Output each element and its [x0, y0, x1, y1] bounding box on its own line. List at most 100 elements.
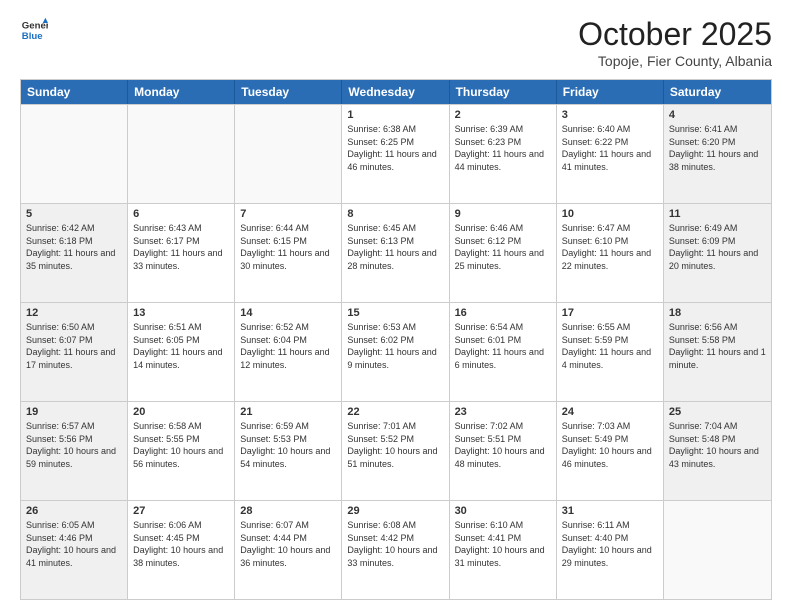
calendar-row: 12 Sunrise: 6:50 AMSunset: 6:07 PMDayligh… — [21, 302, 771, 401]
cell-info: Sunrise: 6:08 AMSunset: 4:42 PMDaylight:… — [347, 520, 437, 568]
day-number: 23 — [455, 406, 551, 418]
day-number: 3 — [562, 109, 658, 121]
calendar-cell: 17 Sunrise: 6:55 AMSunset: 5:59 PMDayligh… — [557, 303, 664, 401]
calendar-cell: 3 Sunrise: 6:40 AMSunset: 6:22 PMDaylight… — [557, 105, 664, 203]
calendar-body: 1Sunrise: 6:38 AMSunset: 6:25 PMDaylight… — [21, 104, 771, 599]
calendar-cell: 25 Sunrise: 7:04 AMSunset: 5:48 PMDayligh… — [664, 402, 771, 500]
calendar-cell: 13 Sunrise: 6:51 AMSunset: 6:05 PMDayligh… — [128, 303, 235, 401]
calendar-row: 26Sunrise: 6:05 AMSunset: 4:46 PMDayligh… — [21, 500, 771, 599]
cell-info: Sunrise: 6:11 AMSunset: 4:40 PMDaylight:… — [562, 520, 652, 568]
cell-info: Sunrise: 6:06 AMSunset: 4:45 PMDaylight:… — [133, 520, 223, 568]
calendar-cell: 20 Sunrise: 6:58 AMSunset: 5:55 PMDayligh… — [128, 402, 235, 500]
day-number: 7 — [240, 208, 336, 220]
calendar-cell: 11 Sunrise: 6:49 AMSunset: 6:09 PMDayligh… — [664, 204, 771, 302]
calendar-cell: 10 Sunrise: 6:47 AMSunset: 6:10 PMDayligh… — [557, 204, 664, 302]
day-number: 27 — [133, 505, 229, 517]
header: General Blue October 2025 Topoje, Fier C… — [20, 16, 772, 69]
day-number: 31 — [562, 505, 658, 517]
calendar-cell: 12 Sunrise: 6:50 AMSunset: 6:07 PMDayligh… — [21, 303, 128, 401]
calendar-cell: 5 Sunrise: 6:42 AMSunset: 6:18 PMDaylight… — [21, 204, 128, 302]
calendar-cell: 28 Sunrise: 6:07 AMSunset: 4:44 PMDayligh… — [235, 501, 342, 599]
calendar-header: SundayMondayTuesdayWednesdayThursdayFrid… — [21, 80, 771, 104]
title-block: October 2025 Topoje, Fier County, Albani… — [578, 16, 772, 69]
day-number: 11 — [669, 208, 766, 220]
cell-info: Sunrise: 6:56 AMSunset: 5:58 PMDaylight:… — [669, 322, 766, 370]
day-number: 6 — [133, 208, 229, 220]
cell-info: Sunrise: 6:42 AMSunset: 6:18 PMDaylight:… — [26, 223, 115, 271]
weekday-header: Friday — [557, 80, 664, 104]
day-number: 21 — [240, 406, 336, 418]
cell-info: Sunrise: 6:07 AMSunset: 4:44 PMDaylight:… — [240, 520, 330, 568]
day-number: 18 — [669, 307, 766, 319]
cell-info: Sunrise: 6:41 AMSunset: 6:20 PMDaylight:… — [669, 124, 758, 172]
day-number: 22 — [347, 406, 443, 418]
calendar-cell: 30 Sunrise: 6:10 AMSunset: 4:41 PMDayligh… — [450, 501, 557, 599]
calendar-cell: 1Sunrise: 6:38 AMSunset: 6:25 PMDaylight… — [342, 105, 449, 203]
calendar-cell: 8 Sunrise: 6:45 AMSunset: 6:13 PMDaylight… — [342, 204, 449, 302]
day-number: 28 — [240, 505, 336, 517]
day-number: 19 — [26, 406, 122, 418]
cell-info: Sunrise: 6:57 AMSunset: 5:56 PMDaylight:… — [26, 421, 116, 469]
day-number: 13 — [133, 307, 229, 319]
calendar-row: 1Sunrise: 6:38 AMSunset: 6:25 PMDaylight… — [21, 104, 771, 203]
day-number: 12 — [26, 307, 122, 319]
weekday-header: Sunday — [21, 80, 128, 104]
calendar-cell: 2Sunrise: 6:39 AMSunset: 6:23 PMDaylight… — [450, 105, 557, 203]
weekday-header: Saturday — [664, 80, 771, 104]
cell-info: Sunrise: 6:46 AMSunset: 6:12 PMDaylight:… — [455, 223, 544, 271]
month-title: October 2025 — [578, 16, 772, 53]
calendar-row: 19 Sunrise: 6:57 AMSunset: 5:56 PMDayligh… — [21, 401, 771, 500]
location-subtitle: Topoje, Fier County, Albania — [578, 53, 772, 69]
weekday-header: Thursday — [450, 80, 557, 104]
cell-info: Sunrise: 6:47 AMSunset: 6:10 PMDaylight:… — [562, 223, 651, 271]
cell-info: Sunrise: 7:03 AMSunset: 5:49 PMDaylight:… — [562, 421, 652, 469]
day-number: 14 — [240, 307, 336, 319]
cell-info: Sunrise: 6:51 AMSunset: 6:05 PMDaylight:… — [133, 322, 222, 370]
weekday-header: Wednesday — [342, 80, 449, 104]
calendar-cell: 14Sunrise: 6:52 AMSunset: 6:04 PMDayligh… — [235, 303, 342, 401]
calendar-cell: 23 Sunrise: 7:02 AMSunset: 5:51 PMDayligh… — [450, 402, 557, 500]
cell-info: Sunrise: 6:45 AMSunset: 6:13 PMDaylight:… — [347, 223, 436, 271]
calendar-cell: 4 Sunrise: 6:41 AMSunset: 6:20 PMDaylight… — [664, 105, 771, 203]
day-number: 16 — [455, 307, 551, 319]
cell-info: Sunrise: 7:01 AMSunset: 5:52 PMDaylight:… — [347, 421, 437, 469]
cell-info: Sunrise: 6:49 AMSunset: 6:09 PMDaylight:… — [669, 223, 758, 271]
day-number: 17 — [562, 307, 658, 319]
calendar-cell: 27 Sunrise: 6:06 AMSunset: 4:45 PMDayligh… — [128, 501, 235, 599]
day-number: 8 — [347, 208, 443, 220]
cell-info: Sunrise: 6:50 AMSunset: 6:07 PMDaylight:… — [26, 322, 115, 370]
calendar-cell: 31 Sunrise: 6:11 AMSunset: 4:40 PMDayligh… — [557, 501, 664, 599]
day-number: 2 — [455, 109, 551, 121]
calendar-cell: 6Sunrise: 6:43 AMSunset: 6:17 PMDaylight… — [128, 204, 235, 302]
cell-info: Sunrise: 6:53 AMSunset: 6:02 PMDaylight:… — [347, 322, 436, 370]
day-number: 4 — [669, 109, 766, 121]
day-number: 30 — [455, 505, 551, 517]
weekday-header: Tuesday — [235, 80, 342, 104]
cell-info: Sunrise: 6:55 AMSunset: 5:59 PMDaylight:… — [562, 322, 651, 370]
cell-info: Sunrise: 7:04 AMSunset: 5:48 PMDaylight:… — [669, 421, 759, 469]
calendar-cell: 7 Sunrise: 6:44 AMSunset: 6:15 PMDaylight… — [235, 204, 342, 302]
cell-info: Sunrise: 6:05 AMSunset: 4:46 PMDaylight:… — [26, 520, 116, 568]
logo: General Blue — [20, 16, 52, 44]
cell-info: Sunrise: 6:40 AMSunset: 6:22 PMDaylight:… — [562, 124, 651, 172]
calendar-cell: 21 Sunrise: 6:59 AMSunset: 5:53 PMDayligh… — [235, 402, 342, 500]
day-number: 24 — [562, 406, 658, 418]
cell-info: Sunrise: 7:02 AMSunset: 5:51 PMDaylight:… — [455, 421, 545, 469]
cell-info: Sunrise: 6:59 AMSunset: 5:53 PMDaylight:… — [240, 421, 330, 469]
calendar-cell: 9Sunrise: 6:46 AMSunset: 6:12 PMDaylight… — [450, 204, 557, 302]
day-number: 5 — [26, 208, 122, 220]
day-number: 20 — [133, 406, 229, 418]
calendar-cell: 22 Sunrise: 7:01 AMSunset: 5:52 PMDayligh… — [342, 402, 449, 500]
cell-info: Sunrise: 6:44 AMSunset: 6:15 PMDaylight:… — [240, 223, 329, 271]
svg-text:Blue: Blue — [22, 31, 43, 42]
calendar-cell: 15 Sunrise: 6:53 AMSunset: 6:02 PMDayligh… — [342, 303, 449, 401]
day-number: 25 — [669, 406, 766, 418]
day-number: 10 — [562, 208, 658, 220]
cell-info: Sunrise: 6:10 AMSunset: 4:41 PMDaylight:… — [455, 520, 545, 568]
logo-icon: General Blue — [20, 16, 48, 44]
cell-info: Sunrise: 6:58 AMSunset: 5:55 PMDaylight:… — [133, 421, 223, 469]
day-number: 15 — [347, 307, 443, 319]
page: General Blue October 2025 Topoje, Fier C… — [0, 0, 792, 612]
calendar-cell — [21, 105, 128, 203]
cell-info: Sunrise: 6:54 AMSunset: 6:01 PMDaylight:… — [455, 322, 544, 370]
